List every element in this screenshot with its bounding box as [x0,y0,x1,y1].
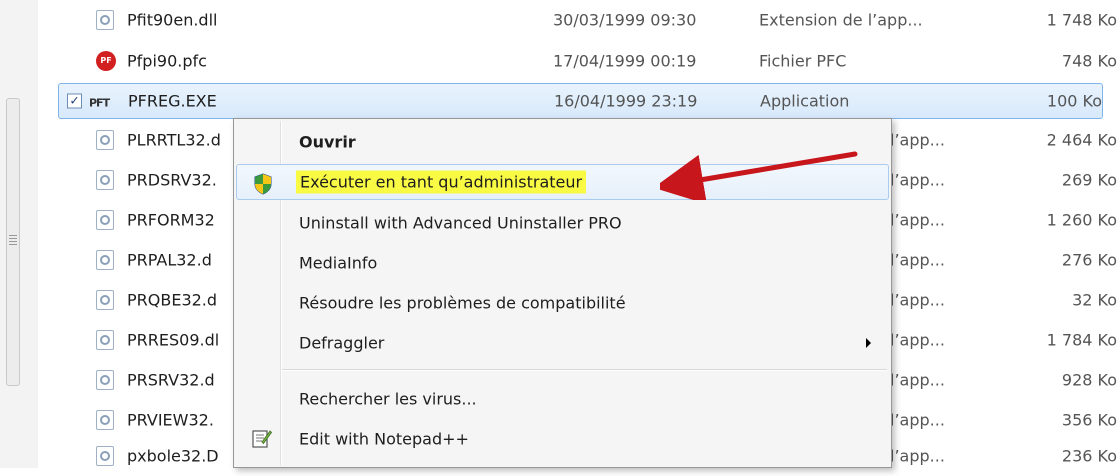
file-type: l’app... [890,250,945,270]
menu-item-notepad[interactable]: Edit with Notepad++ [236,421,889,457]
dll-file-icon [96,330,116,350]
menu-item-label: Uninstall with Advanced Uninstaller PRO [299,213,622,233]
file-type: l’app... [890,410,945,430]
file-type: Application [760,91,850,111]
file-type: l’app... [890,370,945,390]
file-date: 17/04/1999 00:19 [553,51,697,71]
menu-item-label: Ouvrir [299,132,356,152]
file-name: PFREG.EXE [128,91,217,111]
dll-file-icon [96,290,116,310]
file-type: l’app... [890,210,945,230]
file-size: 269 Ko [1061,170,1117,190]
notepad-plus-icon [252,430,272,448]
yellow-highlight: Exécuter en tant qu’administrateur [296,170,587,194]
file-row-pfreg-selected[interactable]: ✓ PFT PFREG.EXE 16/04/1999 23:19 Applica… [58,83,1103,119]
dll-file-icon [96,10,116,30]
file-name: PRRES09.dl [127,330,220,350]
file-type: l’app... [890,130,945,150]
file-name: PRPAL32.d [127,250,212,270]
file-name: pxbole32.D [127,446,219,466]
file-size: 32 Ko [1072,290,1117,310]
menu-separator [282,369,887,371]
file-name: PRQBE32.d [127,290,218,310]
file-name: Pfpi90.pfc [127,51,207,71]
pft-exe-icon: PFT [89,96,110,110]
menu-item-label: Exécuter en tant qu’administrateur [296,170,587,194]
submenu-arrow-icon [866,338,871,348]
menu-item-label: Rechercher les virus... [299,389,477,409]
file-name: PRFORM32 [127,210,215,230]
file-size: 276 Ko [1061,250,1117,270]
red-arrow-annotation [660,151,858,200]
file-date: 30/03/1999 09:30 [553,10,697,30]
file-size: 928 Ko [1061,370,1117,390]
file-type: Fichier PFC [759,51,847,71]
file-name: PRDSRV32. [127,170,217,190]
menu-item-label: MediaInfo [299,253,378,273]
file-size: 356 Ko [1061,410,1117,430]
file-size: 1 260 Ko [1046,210,1117,230]
file-name: PRSRV32.d [127,370,215,390]
file-size: 748 Ko [1061,51,1117,71]
menu-item-scan-virus[interactable]: Rechercher les virus... [236,381,889,417]
scrollbar-thumb[interactable] [6,98,20,386]
left-scroll-area [0,0,38,468]
dll-file-icon [96,210,116,230]
file-date: 16/04/1999 23:19 [554,91,698,111]
file-row-pfpi90[interactable]: PF Pfpi90.pfc 17/04/1999 00:19 Fichier P… [38,41,1117,81]
file-size: 100 Ko [1046,91,1102,111]
row-checkbox[interactable]: ✓ [67,93,82,109]
dll-file-icon [96,170,116,190]
file-type: l’app... [890,446,945,466]
dll-file-icon [96,410,116,430]
scrollbar-grip-icon [9,235,17,245]
file-type: l’app... [890,290,945,310]
file-type: l’app... [890,330,945,350]
menu-item-uninstall[interactable]: Uninstall with Advanced Uninstaller PRO [236,205,889,241]
file-size: 1 784 Ko [1046,330,1117,350]
file-name: Pfit90en.dll [127,10,218,30]
file-size: 1 748 Ko [1046,10,1117,30]
pfc-file-icon: PF [96,51,116,71]
file-size: 2 464 Ko [1046,130,1117,150]
file-name: PRVIEW32. [127,410,214,430]
dll-file-icon [96,446,116,466]
file-row-pfit90en[interactable]: Pfit90en.dll 30/03/1999 09:30 Extension … [38,0,1117,40]
menu-item-defraggler[interactable]: Defraggler [236,325,889,361]
dll-file-icon [96,130,116,150]
file-type: l’app... [890,170,945,190]
menu-item-label: Defraggler [299,333,385,353]
dll-file-icon [96,250,116,270]
uac-shield-icon [254,173,272,195]
file-size: 236 Ko [1061,446,1117,466]
menu-item-label: Résoudre les problèmes de compatibilité [299,293,626,313]
menu-item-compatibility[interactable]: Résoudre les problèmes de compatibilité [236,285,889,321]
file-type: Extension de l’app... [759,10,923,30]
dll-file-icon [96,370,116,390]
menu-item-mediainfo[interactable]: MediaInfo [236,245,889,281]
file-name: PLRRTL32.d [127,130,221,150]
menu-item-label: Edit with Notepad++ [299,429,469,449]
